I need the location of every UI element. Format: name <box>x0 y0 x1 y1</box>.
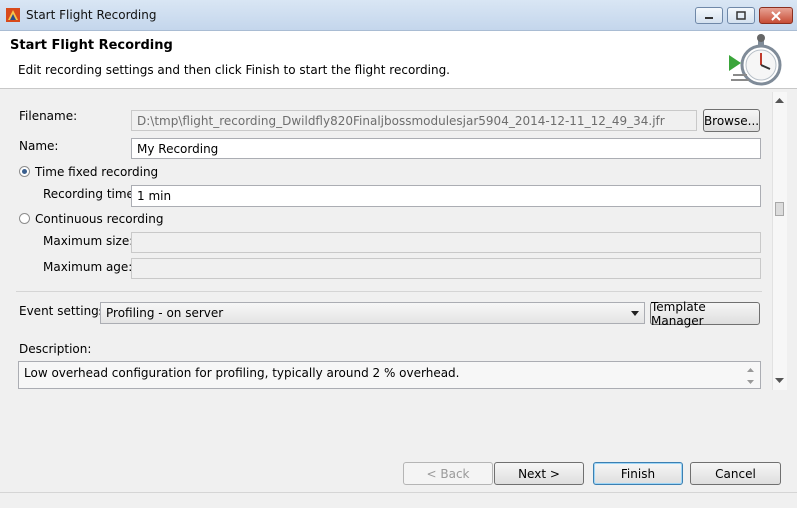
back-button[interactable]: < Back <box>403 462 493 485</box>
filename-label: Filename: <box>19 109 78 123</box>
wizard-header: Start Flight Recording Edit recording se… <box>0 31 797 89</box>
template-manager-button[interactable]: Template Manager <box>650 300 760 328</box>
description-text: Low overhead configuration for profiling… <box>24 366 460 380</box>
form-scrollbar[interactable] <box>772 92 787 390</box>
event-settings-label: Event settings: <box>19 304 110 318</box>
cancel-button[interactable]: Cancel <box>690 462 781 485</box>
window-title: Start Flight Recording <box>26 8 157 22</box>
description-textarea: Low overhead configuration for profiling… <box>18 361 761 389</box>
time-fixed-radio[interactable] <box>19 166 30 177</box>
description-scroll-arrows-icon[interactable] <box>746 366 755 386</box>
event-settings-select[interactable]: Profiling - on server <box>100 302 645 324</box>
description-label: Description: <box>19 342 92 356</box>
chevron-down-icon <box>631 311 639 316</box>
maximize-icon <box>736 11 746 20</box>
time-fixed-label: Time fixed recording <box>35 165 159 179</box>
close-icon <box>771 10 781 21</box>
finish-button[interactable]: Finish <box>593 462 683 485</box>
name-label: Name: <box>19 139 59 153</box>
recording-time-input[interactable]: 1 min <box>131 185 761 207</box>
scroll-down-icon[interactable] <box>775 378 784 384</box>
scroll-thumb[interactable] <box>775 202 784 216</box>
max-size-label: Maximum size: <box>43 234 134 248</box>
header-description: Edit recording settings and then click F… <box>18 63 450 77</box>
divider <box>16 291 762 292</box>
scroll-up-icon[interactable] <box>775 98 784 104</box>
stopwatch-icon <box>729 34 782 86</box>
filename-field: D:\tmp\flight_recording_Dwildfly820Final… <box>131 110 697 131</box>
close-button[interactable] <box>759 7 793 24</box>
browse-button[interactable]: Browse... <box>703 109 760 132</box>
app-icon <box>6 8 20 22</box>
recording-time-label: Recording time: <box>43 187 138 201</box>
minimize-icon <box>705 16 713 19</box>
continuous-label: Continuous recording <box>35 212 164 226</box>
max-size-input <box>131 232 761 253</box>
next-button[interactable]: Next > <box>494 462 584 485</box>
event-settings-value: Profiling - on server <box>106 306 224 320</box>
max-age-label: Maximum age: <box>43 260 133 274</box>
header-title: Start Flight Recording <box>10 38 173 53</box>
minimize-button[interactable] <box>695 7 723 24</box>
continuous-radio[interactable] <box>19 213 30 224</box>
name-input[interactable]: My Recording <box>131 138 761 159</box>
maximize-button[interactable] <box>727 7 755 24</box>
max-age-input <box>131 258 761 279</box>
title-bar: Start Flight Recording <box>0 0 797 31</box>
footer-divider <box>0 492 797 493</box>
